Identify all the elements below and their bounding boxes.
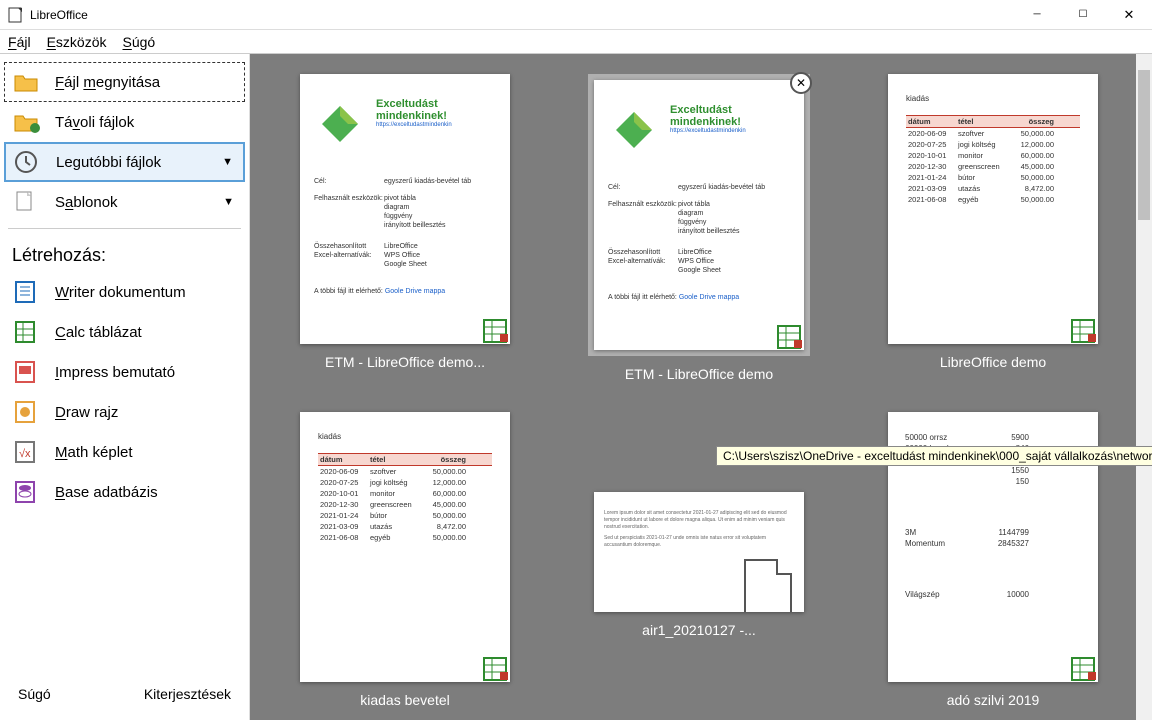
template-icon xyxy=(13,190,41,214)
maximize-button[interactable]: ☐ xyxy=(1060,0,1106,30)
document-thumbnail[interactable]: kiadás dátumtételösszeg 2020-06-09szoftv… xyxy=(270,412,540,708)
menubar: Fájl Eszközök Súgó xyxy=(0,30,1152,54)
create-base-button[interactable]: Base adatbázis xyxy=(4,472,245,512)
create-math-button[interactable]: √x Math képlet xyxy=(4,432,245,472)
recent-files-button[interactable]: Legutóbbi fájlok ▼ xyxy=(4,142,245,182)
create-impress-button[interactable]: Impress bemutató xyxy=(4,352,245,392)
writer-icon xyxy=(13,280,41,304)
calc-badge-icon xyxy=(476,310,510,344)
scrollbar-thumb[interactable] xyxy=(1138,70,1150,220)
app-icon xyxy=(8,7,24,23)
draw-icon xyxy=(13,400,41,424)
folder-remote-icon xyxy=(13,110,41,134)
calc-badge-icon xyxy=(476,648,510,682)
create-section-title: Létrehozás: xyxy=(4,239,245,272)
impress-icon xyxy=(13,360,41,384)
calc-badge-icon xyxy=(1064,648,1098,682)
chevron-down-icon: ▼ xyxy=(222,156,233,168)
path-tooltip: C:\Users\szisz\OneDrive - exceltudást mi… xyxy=(716,446,1152,466)
window-title: LibreOffice xyxy=(30,8,1014,22)
recent-documents-area: Exceltudást mindenkinek! https://exceltu… xyxy=(250,54,1152,720)
calc-icon xyxy=(13,320,41,344)
sidebar-extensions-link[interactable]: Kiterjesztések xyxy=(144,686,231,702)
math-icon: √x xyxy=(13,440,41,464)
remove-recent-icon[interactable]: ✕ xyxy=(790,72,812,94)
templates-button[interactable]: Sablonok ▼ xyxy=(4,182,245,222)
open-file-button[interactable]: Fájl megnyitása xyxy=(4,62,245,102)
chevron-down-icon: ▼ xyxy=(223,196,234,208)
separator xyxy=(8,228,241,229)
create-draw-button[interactable]: Draw rajz xyxy=(4,392,245,432)
folder-open-icon xyxy=(13,70,41,94)
sidebar: Fájl megnyitása Távoli fájlok Legutóbbi … xyxy=(0,54,250,720)
base-icon xyxy=(13,480,41,504)
clock-icon xyxy=(14,150,42,174)
document-thumbnail[interactable]: Exceltudást mindenkinek! https://exceltu… xyxy=(270,74,540,382)
document-icon xyxy=(744,559,792,612)
close-button[interactable]: ✕ xyxy=(1106,0,1152,30)
svg-text:√x: √x xyxy=(19,448,31,460)
menu-tools[interactable]: Eszközök xyxy=(47,34,107,50)
calc-badge-icon xyxy=(1064,310,1098,344)
create-calc-button[interactable]: Calc táblázat xyxy=(4,312,245,352)
vertical-scrollbar[interactable] xyxy=(1136,54,1152,720)
calc-badge-icon xyxy=(770,316,804,350)
sidebar-help-link[interactable]: Súgó xyxy=(18,686,51,702)
titlebar: LibreOffice ─ ☐ ✕ xyxy=(0,0,1152,30)
create-writer-button[interactable]: Writer dokumentum xyxy=(4,272,245,312)
minimize-button[interactable]: ─ xyxy=(1014,0,1060,30)
remote-files-button[interactable]: Távoli fájlok xyxy=(4,102,245,142)
menu-file[interactable]: Fájl xyxy=(8,34,31,50)
document-thumbnail[interactable]: kiadás dátumtételösszeg 2020-06-09szoftv… xyxy=(858,74,1128,382)
document-thumbnail[interactable]: ✕ Exceltudást mindenkinek! https://excel… xyxy=(564,74,834,382)
menu-help[interactable]: Súgó xyxy=(123,34,156,50)
